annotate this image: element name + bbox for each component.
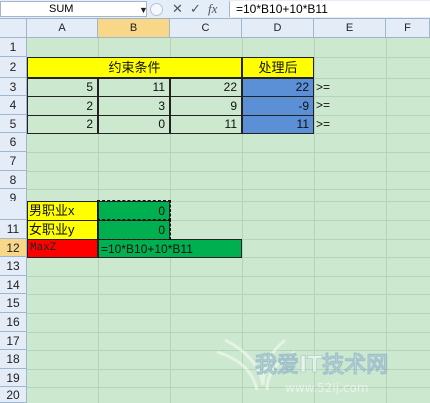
cell-d4[interactable]: -9: [242, 96, 314, 116]
name-box[interactable]: SUM ▼: [0, 1, 148, 17]
row-header-16[interactable]: 16: [0, 313, 27, 332]
row-header-5[interactable]: 5: [0, 115, 27, 133]
cell-b4[interactable]: 3: [98, 96, 170, 116]
grid-line: [27, 171, 430, 172]
formula-bar: SUM ▼ ✕ ✓ fx =10*B10+10*B11: [0, 0, 430, 19]
column-header-d[interactable]: D: [242, 19, 314, 38]
row-header-17[interactable]: 17: [0, 332, 27, 350]
row-header-8[interactable]: 8: [0, 171, 27, 189]
watermark-title: 我爱IT技术网: [255, 353, 388, 378]
expand-circle-icon[interactable]: [150, 3, 163, 16]
cell-c3[interactable]: 22: [170, 78, 242, 97]
cancel-icon[interactable]: ✕: [172, 1, 183, 17]
cell-b12-editing[interactable]: =10*B10+10*B11: [98, 239, 242, 258]
reference-marquee-b10: [97, 200, 171, 221]
row-header-10b: [0, 201, 27, 220]
cell-a3[interactable]: 5: [27, 78, 98, 97]
grid-line: [27, 276, 430, 277]
column-header-a[interactable]: A: [27, 19, 98, 38]
cell-a5[interactable]: 2: [27, 115, 98, 134]
row-header-15[interactable]: 15: [0, 294, 27, 313]
cell-a12[interactable]: MaxZ: [27, 239, 98, 258]
cell-a11[interactable]: 女职业y: [27, 220, 98, 240]
reference-marquee-b11: [97, 219, 171, 240]
row-header-20[interactable]: 20: [0, 387, 27, 403]
row-header-13[interactable]: 13: [0, 257, 27, 276]
column-header-c[interactable]: C: [170, 19, 242, 38]
row-header-11[interactable]: 11: [0, 220, 27, 239]
cell-b5[interactable]: 0: [98, 115, 170, 134]
row-header-7[interactable]: 7: [0, 152, 27, 171]
select-all-corner[interactable]: [0, 19, 27, 38]
formula-input[interactable]: =10*B10+10*B11: [229, 1, 430, 17]
row-header-18[interactable]: 18: [0, 350, 27, 369]
cell-d3[interactable]: 22: [242, 78, 314, 97]
row-header-14[interactable]: 14: [0, 276, 27, 294]
column-header-e[interactable]: E: [314, 19, 386, 38]
cell-e4[interactable]: >=: [316, 96, 356, 115]
cell-a4[interactable]: 2: [27, 96, 98, 116]
watermark-logo: 我爱IT技术网 www.52ij.com: [216, 338, 389, 395]
cell-b3[interactable]: 11: [98, 78, 170, 97]
cell-c4[interactable]: 9: [170, 96, 242, 116]
row-header-19[interactable]: 19: [0, 369, 27, 387]
cell-e5[interactable]: >=: [316, 115, 356, 133]
cell-e3[interactable]: >=: [316, 78, 356, 96]
row-header-12[interactable]: 12: [0, 239, 27, 257]
cell-d5[interactable]: 11: [242, 115, 314, 134]
grid-line: [27, 294, 430, 295]
cell-a10[interactable]: 男职业x: [27, 201, 98, 221]
processed-header-cell[interactable]: 处理后: [242, 57, 314, 78]
chevron-down-icon[interactable]: ▼: [139, 3, 148, 17]
grid-line: [27, 152, 430, 153]
row-header-4[interactable]: 4: [0, 96, 27, 115]
row-header-1[interactable]: 1: [0, 38, 27, 57]
row-header-2[interactable]: 2: [0, 57, 27, 78]
grid-line: [27, 313, 430, 314]
watermark-url: www.52ij.com: [285, 381, 369, 395]
row-header-3[interactable]: 3: [0, 78, 27, 96]
grid-line: [27, 189, 430, 190]
cell-c5[interactable]: 11: [170, 115, 242, 134]
row-header-6[interactable]: 6: [0, 133, 27, 152]
enter-icon[interactable]: ✓: [190, 1, 201, 17]
column-header-f[interactable]: F: [386, 19, 430, 38]
name-box-value: SUM: [49, 3, 74, 15]
insert-function-icon[interactable]: fx: [208, 1, 217, 17]
column-header-b[interactable]: B: [98, 19, 170, 38]
constraints-header-cell[interactable]: 约束条件: [27, 57, 242, 78]
